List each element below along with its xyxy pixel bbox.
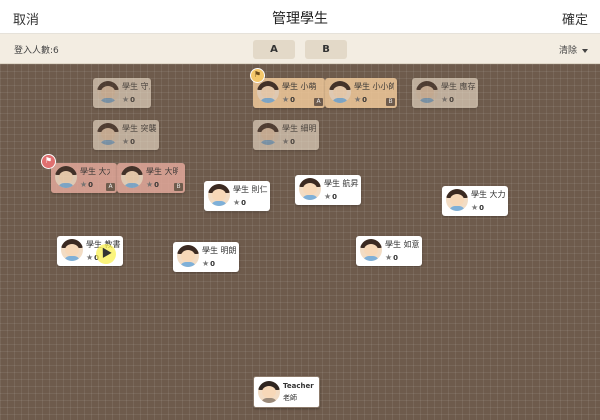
star-icon: ★ xyxy=(80,180,88,189)
avatar xyxy=(258,381,280,403)
avatar xyxy=(61,239,83,261)
avatar xyxy=(257,123,279,145)
student-score: ★0 xyxy=(146,180,160,189)
student-score: ★0 xyxy=(202,259,216,268)
group-badge: B xyxy=(174,183,183,191)
student-name: 學生 應存 xyxy=(441,82,476,91)
avatar xyxy=(329,81,351,103)
student-name: 學生 航昇 xyxy=(324,179,359,188)
star-icon: ★ xyxy=(146,180,154,189)
student-card[interactable]: 學生 大明 ★0 B xyxy=(117,163,185,193)
teacher-name: Teacher xyxy=(283,382,314,390)
star-icon: ★ xyxy=(86,253,94,262)
student-name: 學生 守人 xyxy=(122,82,150,91)
student-name: 學生 小萌 xyxy=(282,82,317,91)
avatar xyxy=(208,184,230,206)
student-card[interactable]: 學生 突襲 ★0 xyxy=(93,120,159,150)
group-b-button[interactable]: B xyxy=(305,40,347,59)
student-score: ★0 xyxy=(471,203,485,212)
top-bar: 取消 管理學生 確定 xyxy=(0,0,600,34)
student-name: 學生 則仁 xyxy=(233,185,268,194)
group-badge: A xyxy=(106,183,115,191)
student-name: 學生 大大 xyxy=(80,167,110,176)
student-score: ★0 xyxy=(385,253,399,262)
avatar xyxy=(177,245,199,267)
avatar xyxy=(97,81,119,103)
student-score: ★0 xyxy=(324,192,338,201)
student-name: 學生 小小帥 xyxy=(354,82,394,91)
star-icon: ★ xyxy=(122,95,130,104)
star-icon: ★ xyxy=(122,137,130,146)
star-icon: ★ xyxy=(471,203,479,212)
student-name: 學生 大明 xyxy=(146,167,178,176)
group-a-button[interactable]: A xyxy=(253,40,295,59)
student-card[interactable]: 學生 大力 ★0 xyxy=(442,186,508,216)
avatar xyxy=(360,239,382,261)
group-badge: A xyxy=(314,98,323,106)
teacher-card[interactable]: Teacher 老師 xyxy=(253,376,320,408)
page-title: 管理學生 xyxy=(272,11,328,27)
clear-label: 清除 xyxy=(558,46,577,56)
avatar xyxy=(416,81,438,103)
student-name: 學生 細明 xyxy=(282,124,317,133)
student-score: ★0 xyxy=(282,95,296,104)
student-score: ★0 xyxy=(122,95,136,104)
star-icon: ★ xyxy=(385,253,393,262)
star-icon: ★ xyxy=(202,259,210,268)
student-score: ★0 xyxy=(282,137,296,146)
teacher-role: 老師 xyxy=(283,394,297,402)
login-count: 登入人數:6 xyxy=(14,46,59,56)
student-card[interactable]: 學生 則仁 ★0 xyxy=(204,181,270,211)
student-score: ★0 xyxy=(233,198,247,207)
student-card[interactable]: 學生 守人 ★0 xyxy=(93,78,151,108)
chevron-down-icon xyxy=(582,48,588,53)
avatar xyxy=(121,166,143,188)
student-name: 學生 明朗 xyxy=(202,246,237,255)
student-card[interactable]: 學生 明朗 ★0 xyxy=(173,242,239,272)
avatar xyxy=(446,189,468,211)
group-badge: B xyxy=(386,98,395,106)
flag-icon: ⚑ xyxy=(250,68,265,83)
student-name: 學生 大力 xyxy=(471,190,506,199)
star-icon: ★ xyxy=(282,95,290,104)
avatar xyxy=(97,123,119,145)
flag-icon: ⚑ xyxy=(41,154,56,169)
mouse-cursor xyxy=(96,244,116,264)
student-card[interactable]: 學生 細明 ★0 xyxy=(253,120,319,150)
student-card[interactable]: 學生 大大 ★0 A xyxy=(51,163,117,193)
student-card[interactable]: 學生 航昇 ★0 xyxy=(295,175,361,205)
student-name: 學生 如意 xyxy=(385,240,420,249)
student-card[interactable]: 學生 小小帥 ★0 B xyxy=(325,78,397,108)
seating-board: 學生 守人 ★0 學生 小萌 ★0 A ⚑ 學生 小小帥 ★0 B 學生 應存 … xyxy=(0,64,600,420)
star-icon: ★ xyxy=(354,95,362,104)
avatar xyxy=(55,166,77,188)
student-score: ★0 xyxy=(441,95,455,104)
clear-dropdown[interactable]: 清除 xyxy=(559,43,588,56)
student-score: ★0 xyxy=(122,137,136,146)
student-score: ★0 xyxy=(80,180,94,189)
student-card[interactable]: 學生 應存 ★0 xyxy=(412,78,478,108)
student-name: 學生 突襲 xyxy=(122,124,157,133)
avatar xyxy=(257,81,279,103)
star-icon: ★ xyxy=(282,137,290,146)
star-icon: ★ xyxy=(233,198,241,207)
cursor-icon xyxy=(98,245,112,258)
student-score: ★0 xyxy=(354,95,368,104)
avatar xyxy=(299,178,321,200)
sub-bar: 登入人數:6 A B 清除 xyxy=(0,34,600,64)
student-card[interactable]: 學生 如意 ★0 xyxy=(356,236,422,266)
student-card[interactable]: 學生 小萌 ★0 A xyxy=(253,78,325,108)
confirm-button[interactable]: 確定 xyxy=(562,9,588,28)
star-icon: ★ xyxy=(441,95,449,104)
star-icon: ★ xyxy=(324,192,332,201)
